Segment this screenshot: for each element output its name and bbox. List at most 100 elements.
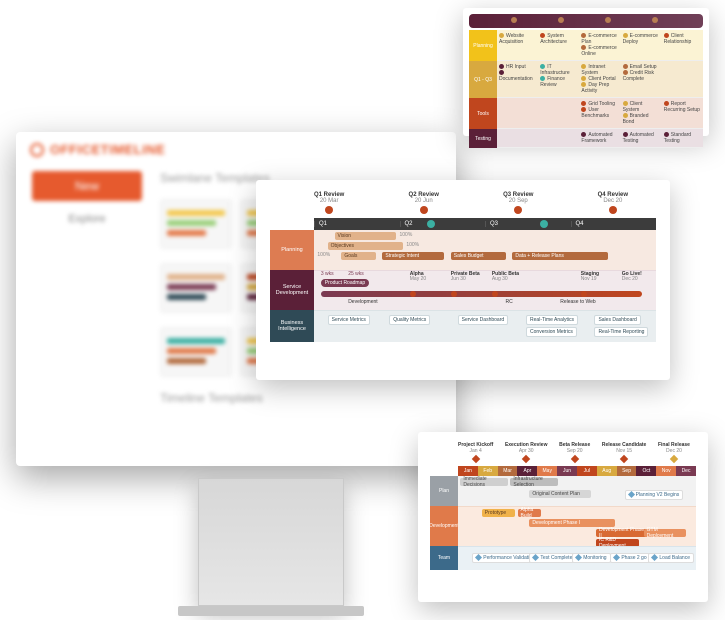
cell-text: Documentation xyxy=(499,76,533,82)
dev-ms-date: Jun 30 xyxy=(451,276,466,282)
chip-roadmap: Product Roadmap xyxy=(321,279,369,287)
bar-label: Goals xyxy=(344,253,357,259)
quarter-bar: Q1 Q2 Q3 Q4 xyxy=(314,218,656,230)
bar: Original Content Plan xyxy=(529,490,591,498)
bi-chip: Service Metrics xyxy=(328,315,370,325)
milestone-row: Q1 Review20 Mar Q2 Review20 Jun Q3 Revie… xyxy=(270,192,656,218)
app-header: OFFICETIMELINE xyxy=(16,132,456,167)
row-label: Planning xyxy=(469,30,497,61)
bar: Development Phase II xyxy=(596,529,648,537)
bar-label: Data + Release Plans xyxy=(515,253,564,259)
chip: Phase 2 go xyxy=(621,555,646,561)
swimlane-planning: Planning Vision 100% Objectives 100% 100… xyxy=(270,230,656,270)
dev-ms-date: Aug 30 xyxy=(492,276,508,282)
cell-text: E-commerce Online xyxy=(581,45,616,57)
month: Jan xyxy=(458,466,478,476)
roadmap-small-panel: Planning Website Acquisition System Arch… xyxy=(463,8,709,136)
milestone: Q2 Review20 Jun xyxy=(409,192,439,214)
milestone-row: Project KickoffJan 4 Execution ReviewApr… xyxy=(430,442,696,466)
milestone: Beta ReleaseSep 20 xyxy=(559,442,590,464)
chip: Monitoring xyxy=(583,555,606,561)
bar-pct: 100% xyxy=(406,242,419,248)
phase-label: Development xyxy=(348,299,377,305)
milestone: Q4 ReviewDec 20 xyxy=(598,192,628,214)
bar-label: Strategic Intent xyxy=(385,253,419,259)
bar-label: Vision xyxy=(338,233,352,239)
month: Jun xyxy=(557,466,577,476)
bi-chip: Quality Metrics xyxy=(389,315,430,325)
bar-label: Sales Budget xyxy=(454,253,484,259)
month: May xyxy=(537,466,557,476)
row-tools: Tools Grid ToolingUser Benchmarks Client… xyxy=(469,98,703,129)
logo-icon xyxy=(30,143,44,157)
dev-ms-date: May 20 xyxy=(410,276,426,282)
chip: Test Complete xyxy=(540,555,572,561)
phase-label: RC xyxy=(506,299,513,305)
bar: GTM Deployment xyxy=(644,529,687,537)
span-start: 3 wks xyxy=(321,271,334,277)
row-label: Testing xyxy=(469,129,497,148)
bar-pct: 100% xyxy=(317,252,330,258)
bar: Infrastructure Selection xyxy=(510,478,558,486)
diamond-icon xyxy=(620,455,628,463)
span-end: 25 wks xyxy=(348,271,364,277)
month: Mar xyxy=(498,466,518,476)
template-card[interactable] xyxy=(160,327,232,377)
cell-text: E-commerce Plan xyxy=(581,33,616,45)
milestone: Execution ReviewApr 30 xyxy=(505,442,548,464)
lane-label: Team xyxy=(430,546,458,570)
bar: Development Phase I xyxy=(529,519,615,527)
pin-icon xyxy=(420,206,428,214)
lane-plan: Plan Immediate Decisions Infrastructure … xyxy=(430,476,696,506)
quarter-label: Q1 xyxy=(314,221,400,227)
bar: Immediate Decisions xyxy=(460,478,508,486)
bar: Prototype xyxy=(482,509,515,517)
chip: Planning V2 Begins xyxy=(636,492,680,498)
template-card[interactable] xyxy=(160,263,232,313)
pin-icon xyxy=(325,206,333,214)
month: Nov xyxy=(656,466,676,476)
bi-chip: Service Dashboard xyxy=(458,315,509,325)
bi-chip: Real-Time Analytics xyxy=(526,315,578,325)
pin-icon xyxy=(609,206,617,214)
bi-chip: Conversion Metrics xyxy=(526,327,577,337)
month: Dec xyxy=(676,466,696,476)
diamond-icon xyxy=(471,455,479,463)
new-button[interactable]: New xyxy=(32,171,142,201)
bar: Alpha Build xyxy=(518,509,542,517)
diamond-icon xyxy=(670,455,678,463)
phase-label: Release to Web xyxy=(560,299,595,305)
month: Jul xyxy=(577,466,597,476)
milestone: Project KickoffJan 4 xyxy=(458,442,493,464)
sidebar-item-explore[interactable]: Explore xyxy=(32,209,142,229)
node-icon xyxy=(581,291,587,297)
laptop-base xyxy=(198,478,344,606)
month-scale: Jan Feb Mar Apr May Jun Jul Aug Sep Oct … xyxy=(458,466,696,476)
lane-label: Development xyxy=(430,506,458,546)
bar-label: Objectives xyxy=(331,243,354,249)
lane-development: Development Prototype Alpha Build Develo… xyxy=(430,506,696,546)
diamond-icon xyxy=(570,455,578,463)
month: Apr xyxy=(517,466,537,476)
quarter-label: Q4 xyxy=(571,221,657,227)
row-testing: Testing Automated Framework Automated Te… xyxy=(469,129,703,148)
bi-chip: Real-Time Reporting xyxy=(594,327,648,337)
pin-icon xyxy=(514,206,522,214)
brand-name: OFFICETIMELINE xyxy=(50,142,165,157)
chip: Load Balance xyxy=(659,555,690,561)
swimlane-label: Planning xyxy=(270,230,314,270)
month: Oct xyxy=(636,466,656,476)
node-icon xyxy=(410,291,416,297)
chip: Performance Validation xyxy=(483,555,535,561)
swimlane-label: Service Development xyxy=(270,270,314,310)
roadmap-small-header xyxy=(469,14,703,28)
dev-ms-date: Nov 19 xyxy=(581,276,597,282)
template-card[interactable] xyxy=(160,199,232,249)
bar-pct: 100% xyxy=(400,232,413,238)
node-icon xyxy=(492,291,498,297)
milestone: Q3 Review20 Sep xyxy=(503,192,533,214)
sidebar: New Explore xyxy=(32,171,142,405)
milestone: Release CandidateNov 15 xyxy=(602,442,646,464)
section-title-timeline: Timeline Templates xyxy=(160,391,440,405)
swimlane-service-dev: Service Development 3 wks 25 wks Alpha M… xyxy=(270,270,656,310)
